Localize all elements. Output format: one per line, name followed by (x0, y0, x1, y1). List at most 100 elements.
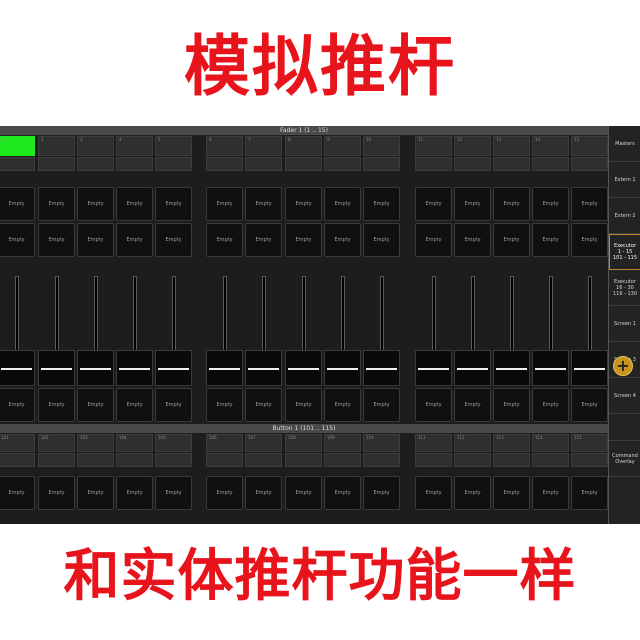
button-header-cell[interactable]: 114 (532, 434, 569, 452)
fader-track[interactable] (341, 276, 345, 356)
fader-track[interactable] (510, 276, 514, 356)
fader-empty-button[interactable]: Empty (77, 223, 114, 257)
button-empty-cell[interactable]: Empty (493, 476, 530, 510)
right-panel-item[interactable]: Executor 1 - 15 101 - 115 (609, 234, 640, 270)
fader-track[interactable] (133, 276, 137, 356)
fader-header-cell[interactable]: 14 (532, 136, 569, 156)
fader-bottom-button[interactable]: Empty (116, 388, 153, 422)
button-empty-cell[interactable]: Empty (415, 476, 452, 510)
fader-empty-button[interactable]: Empty (285, 187, 322, 221)
fader-header-cell[interactable]: 4 (116, 136, 153, 156)
fader-track[interactable] (262, 276, 266, 356)
right-panel-item[interactable]: Extern 2 (609, 198, 640, 234)
fader-header-cell[interactable]: 15 (571, 136, 608, 156)
button-empty-cell[interactable]: Empty (116, 476, 153, 510)
button-empty-cell[interactable]: Empty (324, 476, 361, 510)
fader-handle[interactable] (493, 350, 530, 386)
fader-handle[interactable] (38, 350, 75, 386)
button-header-cell[interactable]: 101 (0, 434, 35, 452)
fader-empty-button[interactable]: Empty (363, 187, 400, 221)
button-empty-cell[interactable]: Empty (155, 476, 192, 510)
right-panel-item[interactable]: Screen 4 (609, 378, 640, 414)
button-empty-cell[interactable]: Empty (285, 476, 322, 510)
fader-track[interactable] (380, 276, 384, 356)
fader-handle[interactable] (415, 350, 452, 386)
fader-bottom-button[interactable]: Empty (415, 388, 452, 422)
button-empty-cell[interactable]: Empty (38, 476, 75, 510)
fader-track[interactable] (471, 276, 475, 356)
button-empty-cell[interactable]: Empty (206, 476, 243, 510)
button-empty-cell[interactable]: Empty (454, 476, 491, 510)
button-header-cell[interactable]: 103 (77, 434, 114, 452)
button-header-cell[interactable]: 115 (571, 434, 608, 452)
fader-bottom-button[interactable]: Empty (0, 388, 35, 422)
fader-empty-button[interactable]: Empty (245, 223, 282, 257)
fader-handle[interactable] (77, 350, 114, 386)
right-panel-item[interactable]: Masters (609, 126, 640, 162)
fader-handle[interactable] (324, 350, 361, 386)
fader-bottom-button[interactable]: Empty (38, 388, 75, 422)
fader-empty-button[interactable]: Empty (415, 223, 452, 257)
fader-empty-button[interactable]: Empty (38, 223, 75, 257)
button-empty-cell[interactable]: Empty (245, 476, 282, 510)
fader-header-cell[interactable]: 6 (206, 136, 243, 156)
fader-header-cell[interactable]: 7 (245, 136, 282, 156)
fader-empty-button[interactable]: Empty (571, 223, 608, 257)
fader-empty-button[interactable]: Empty (493, 187, 530, 221)
fader-handle[interactable] (245, 350, 282, 386)
fader-header-cell[interactable]: 1 (0, 136, 35, 156)
fader-empty-button[interactable]: Empty (155, 187, 192, 221)
button-header-cell[interactable]: 107 (245, 434, 282, 452)
button-empty-cell[interactable]: Empty (363, 476, 400, 510)
fader-handle[interactable] (532, 350, 569, 386)
fader-bottom-button[interactable]: Empty (493, 388, 530, 422)
fader-empty-button[interactable]: Empty (571, 187, 608, 221)
button-header-cell[interactable]: 113 (493, 434, 530, 452)
fader-empty-button[interactable]: Empty (206, 187, 243, 221)
fader-handle[interactable] (116, 350, 153, 386)
button-empty-cell[interactable]: Empty (532, 476, 569, 510)
right-panel-item[interactable]: Command Overlay (609, 441, 640, 477)
button-header-cell[interactable]: 104 (116, 434, 153, 452)
fader-header-cell[interactable]: 13 (493, 136, 530, 156)
button-header-cell[interactable]: 110 (363, 434, 400, 452)
add-plus-button[interactable]: + (613, 356, 633, 376)
button-empty-cell[interactable]: Empty (77, 476, 114, 510)
fader-bottom-button[interactable]: Empty (363, 388, 400, 422)
fader-empty-button[interactable]: Empty (0, 223, 35, 257)
fader-empty-button[interactable]: Empty (38, 187, 75, 221)
fader-empty-button[interactable]: Empty (324, 187, 361, 221)
fader-handle[interactable] (454, 350, 491, 386)
fader-track[interactable] (432, 276, 436, 356)
fader-handle[interactable] (0, 350, 35, 386)
fader-track[interactable] (15, 276, 19, 356)
fader-empty-button[interactable]: Empty (532, 223, 569, 257)
button-empty-cell[interactable]: Empty (571, 476, 608, 510)
fader-track[interactable] (549, 276, 553, 356)
fader-track[interactable] (94, 276, 98, 356)
fader-empty-button[interactable]: Empty (77, 187, 114, 221)
fader-empty-button[interactable]: Empty (532, 187, 569, 221)
fader-bottom-button[interactable]: Empty (324, 388, 361, 422)
fader-empty-button[interactable]: Empty (206, 223, 243, 257)
fader-handle[interactable] (206, 350, 243, 386)
right-panel-item[interactable]: Extern 1 (609, 162, 640, 198)
fader-handle[interactable] (571, 350, 608, 386)
fader-bottom-button[interactable]: Empty (532, 388, 569, 422)
fader-track[interactable] (588, 276, 592, 356)
fader-handle[interactable] (363, 350, 400, 386)
fader-empty-button[interactable]: Empty (0, 187, 35, 221)
fader-track[interactable] (55, 276, 59, 356)
button-header-cell[interactable]: 106 (206, 434, 243, 452)
fader-header-cell[interactable]: 12 (454, 136, 491, 156)
fader-empty-button[interactable]: Empty (454, 223, 491, 257)
fader-bottom-button[interactable]: Empty (77, 388, 114, 422)
fader-track[interactable] (302, 276, 306, 356)
fader-empty-button[interactable]: Empty (285, 223, 322, 257)
fader-empty-button[interactable]: Empty (324, 223, 361, 257)
fader-empty-button[interactable]: Empty (363, 223, 400, 257)
fader-header-cell[interactable]: 3 (77, 136, 114, 156)
fader-empty-button[interactable]: Empty (454, 187, 491, 221)
fader-header-cell[interactable]: 5 (155, 136, 192, 156)
fader-bottom-button[interactable]: Empty (155, 388, 192, 422)
